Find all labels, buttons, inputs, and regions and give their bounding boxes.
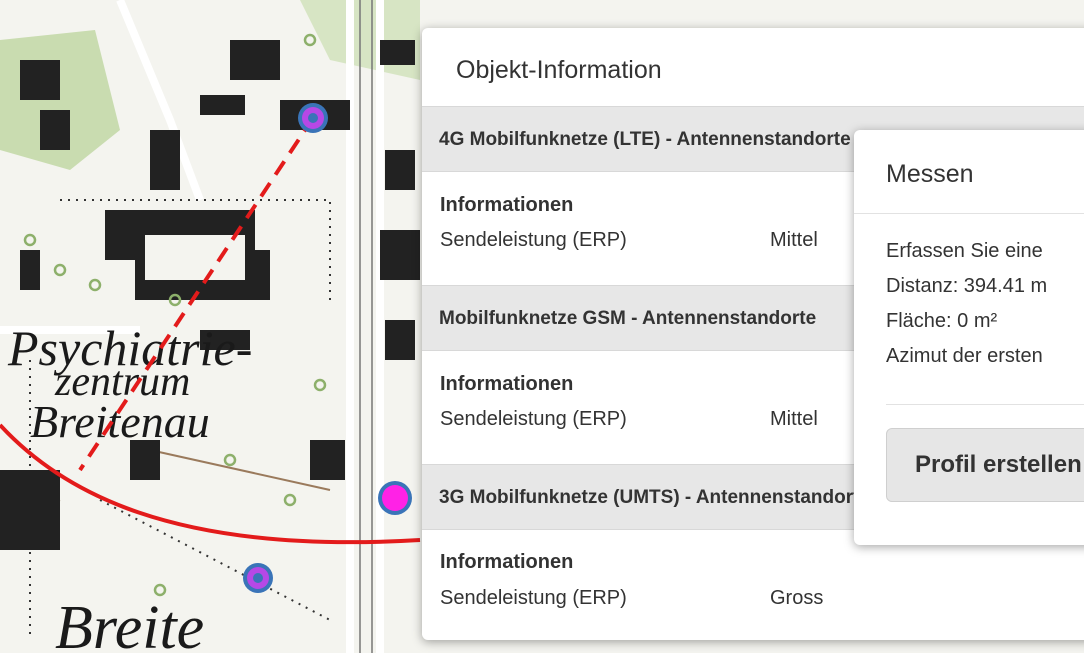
building bbox=[385, 150, 415, 190]
antenna-marker[interactable] bbox=[243, 563, 273, 593]
attribute-value: Mittel bbox=[770, 229, 818, 251]
attribute-name: Sendeleistung (ERP) bbox=[440, 408, 627, 430]
section-title: Informationen bbox=[440, 194, 574, 216]
azimuth-value: Azimut der ersten bbox=[886, 345, 1043, 367]
create-profile-label: Profil erstellen bbox=[915, 451, 1082, 478]
layer-header-text: Mobilfunknetze GSM - Antennenstandorte bbox=[439, 308, 817, 329]
building bbox=[310, 440, 345, 480]
attribute-value: Mittel bbox=[770, 408, 818, 430]
divider bbox=[886, 404, 1084, 405]
building bbox=[150, 130, 180, 190]
building bbox=[200, 95, 245, 115]
measure-title: Messen bbox=[886, 160, 974, 188]
building bbox=[380, 230, 420, 280]
building bbox=[0, 470, 60, 550]
divider bbox=[854, 213, 1084, 214]
section-title: Informationen bbox=[440, 373, 574, 395]
building bbox=[230, 40, 280, 80]
layer-header-text: 3G Mobilfunknetze (UMTS) - Antennenstand… bbox=[439, 487, 871, 508]
distance-value: Distanz: 394.41 m bbox=[886, 275, 1048, 297]
antenna-marker[interactable] bbox=[378, 481, 412, 515]
map-label: Breite bbox=[55, 594, 204, 653]
area-value: Fläche: 0 m² bbox=[886, 310, 998, 332]
create-profile-button[interactable]: Profil erstellen bbox=[886, 428, 1084, 502]
measure-panel: Messen Erfassen Sie eine Distanz: 394.41… bbox=[854, 130, 1084, 545]
building bbox=[20, 250, 40, 290]
layer-header-text: 4G Mobilfunknetze (LTE) - Antennenstando… bbox=[439, 129, 918, 150]
object-info-title: Objekt-Information bbox=[456, 56, 662, 84]
building bbox=[380, 40, 415, 65]
antenna-marker[interactable] bbox=[298, 103, 328, 133]
attribute-value: Gross bbox=[770, 587, 824, 609]
measure-instruction: Erfassen Sie eine bbox=[886, 240, 1043, 262]
attribute-name: Sendeleistung (ERP) bbox=[440, 229, 627, 251]
building bbox=[40, 110, 70, 150]
section-title: Informationen bbox=[440, 551, 574, 573]
building bbox=[20, 60, 60, 100]
attribute-name: Sendeleistung (ERP) bbox=[440, 587, 627, 609]
map-label: Breitenau bbox=[30, 396, 210, 447]
building bbox=[385, 320, 415, 360]
